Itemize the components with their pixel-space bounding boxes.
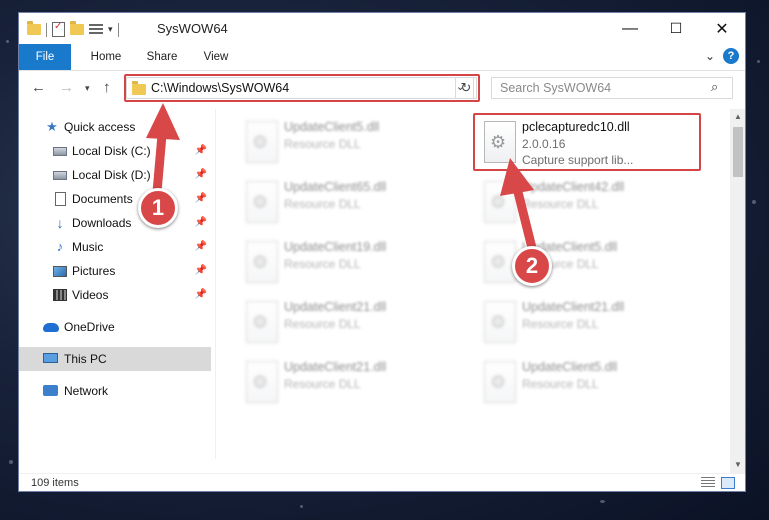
annotation-arrows	[146, 103, 537, 253]
arrow-1	[146, 103, 180, 197]
step-1-badge: 1	[138, 188, 178, 228]
arrow-2	[500, 158, 537, 253]
step-2-badge: 2	[512, 246, 552, 286]
